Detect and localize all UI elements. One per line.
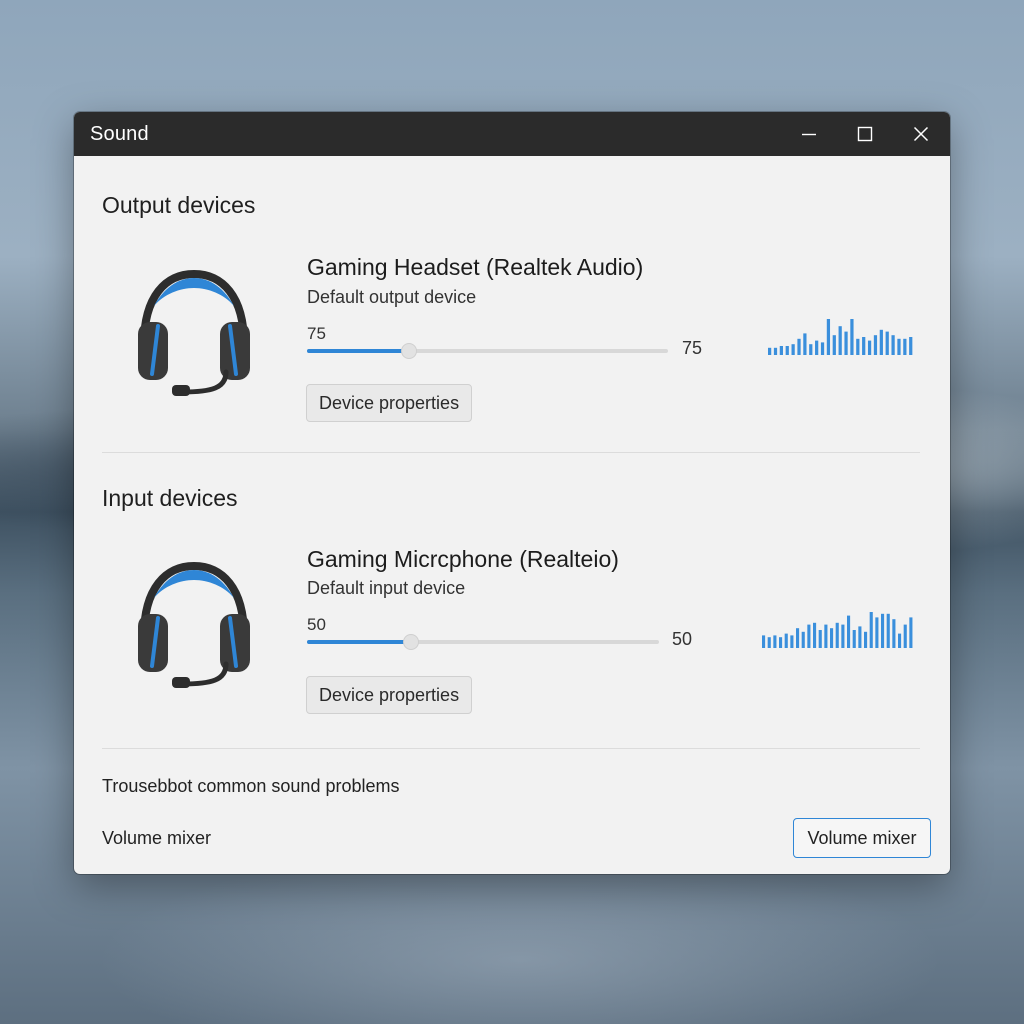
meter-bar [791,344,795,355]
meter-bar [873,335,878,355]
meter-bar [862,337,866,355]
meter-bar [815,340,819,355]
slider-thumb[interactable] [403,634,420,650]
meter-bar [844,331,848,355]
meter-bar [898,633,902,648]
output-level-meter [768,319,913,355]
meter-bar [850,319,854,355]
meter-bar [809,344,813,355]
meter-bar [881,613,885,648]
meter-bar [826,319,831,355]
maximize-button[interactable] [842,112,888,156]
output-volume-slider[interactable] [307,343,668,359]
volume-mixer-button[interactable]: Volume mixer [793,818,931,858]
meter-bar [830,628,834,648]
input-device-subtitle: Default input device [307,578,466,598]
meter-bar [903,624,907,648]
meter-bar [790,635,794,648]
close-button[interactable] [898,112,944,156]
meter-bar [858,626,862,648]
meter-bar [785,346,789,355]
meter-bar [909,617,913,648]
meter-bar [835,622,839,648]
headset-icon [138,269,250,396]
meter-bar [841,624,845,648]
meter-bar [847,615,851,648]
meter-bar [820,342,825,355]
meter-bar [779,637,783,648]
section-divider [102,748,920,749]
meter-bar [784,633,788,648]
meter-bar [909,337,913,355]
meter-bar [886,613,890,648]
input-device-properties-button[interactable]: Device properties [306,676,473,714]
output-device-properties-button[interactable]: Device properties [306,384,473,422]
slider-fill [307,349,409,353]
input-volume-label: 50 [307,615,326,634]
meter-bar [891,335,895,355]
section-divider [102,452,920,453]
output-volume-value: 75 [682,338,703,358]
slider-thumb[interactable] [401,343,418,359]
meter-bar [892,619,896,648]
meter-bar [832,335,836,355]
meter-bar [879,329,883,355]
volume-mixer-link[interactable]: Volume mixer [102,828,211,849]
slider-fill [307,640,411,644]
meter-bar [824,624,828,648]
meter-bar [838,326,842,355]
meter-bar [903,338,907,355]
meter-bar [869,612,873,648]
meter-bar [818,630,822,648]
meter-bar [897,338,901,355]
output-device-name: Gaming Headset (Realtek Audio) [307,254,644,280]
input-level-meter [762,612,913,648]
maximize-icon [857,126,873,142]
output-volume-label: 75 [307,324,326,343]
meter-bar [767,637,771,648]
meter-bar [801,631,805,648]
minimize-icon [802,133,816,136]
meter-bar [864,631,868,648]
meter-bar [773,347,778,355]
title-bar[interactable]: Sound [74,112,950,156]
meter-bar [773,635,777,648]
meter-bar [797,338,801,355]
input-section-title: Input devices [102,485,238,511]
headset-icon [138,561,250,688]
meter-bar [875,617,879,648]
close-icon [913,126,929,142]
input-volume-slider[interactable] [307,634,659,650]
troubleshoot-link[interactable]: Trousebbot common sound problems [102,776,399,797]
output-section-title: Output devices [102,192,256,218]
meter-bar [803,333,807,355]
input-device-name: Gaming Micrcphone (Realteio) [307,546,619,572]
input-volume-value: 50 [672,629,693,649]
meter-bar [885,331,889,355]
meter-bar [779,346,783,355]
minimize-button[interactable] [786,112,832,156]
meter-bar [762,635,766,648]
meter-bar [856,338,860,355]
meter-bar [813,622,817,648]
meter-bar [852,630,856,648]
meter-bar [796,628,800,648]
meter-bar [867,340,872,355]
window-title: Sound [90,123,149,145]
meter-bar [768,347,772,355]
output-device-subtitle: Default output device [307,287,477,307]
sound-window: Sound Output devices Gaming Headset (Rea… [74,112,950,874]
meter-bar [807,624,811,648]
